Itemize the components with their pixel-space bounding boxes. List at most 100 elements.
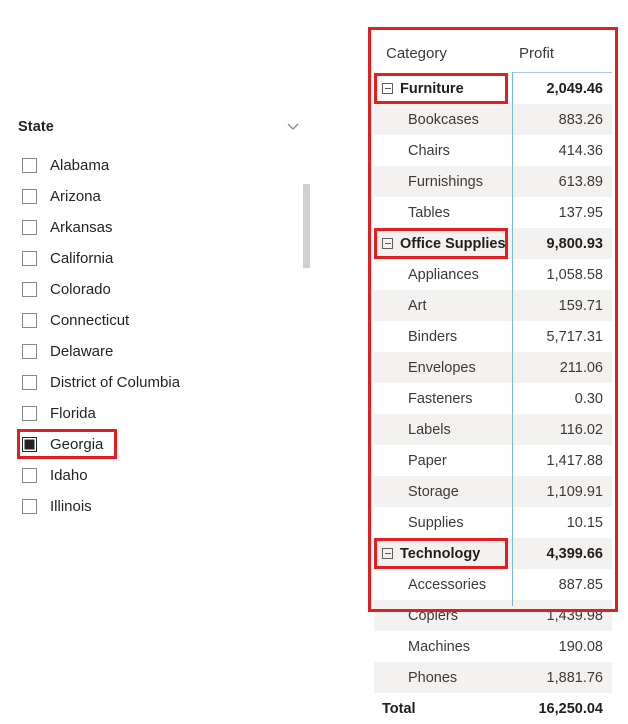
category-label: Phones	[408, 669, 458, 686]
matrix-body: Furniture 2,049.46 Bookcases 883.26 Chairs 41…	[374, 73, 612, 724]
category-cell: Furniture	[374, 73, 512, 104]
slicer-item[interactable]: Florida	[18, 398, 318, 429]
column-header-category[interactable]: Category	[386, 45, 447, 62]
checkbox-unchecked-icon[interactable]	[22, 282, 37, 297]
checkbox-checked-icon[interactable]	[22, 437, 37, 452]
category-label: Total	[382, 700, 416, 717]
table-row[interactable]: Office Supplies 9,800.93	[374, 228, 612, 259]
checkbox-unchecked-icon[interactable]	[22, 158, 37, 173]
table-row[interactable]: Copiers 1,439.98	[374, 600, 612, 631]
collapse-minus-icon[interactable]	[382, 238, 393, 249]
table-row[interactable]: Fasteners 0.30	[374, 383, 612, 414]
table-row[interactable]: Storage 1,109.91	[374, 476, 612, 507]
category-label: Chairs	[408, 142, 450, 159]
table-row[interactable]: Machines 190.08	[374, 631, 612, 662]
slicer-header: State	[18, 118, 318, 144]
category-label: Accessories	[408, 576, 487, 593]
category-label: Fasteners	[408, 390, 473, 407]
category-cell: Supplies	[374, 507, 512, 538]
slicer-item[interactable]: Colorado	[18, 274, 318, 305]
category-label: Machines	[408, 638, 471, 655]
slicer-item-list: Alabama Arizona Arkansas California Colorado…	[17, 150, 318, 522]
profit-value: 887.85	[558, 576, 603, 593]
profit-value: 1,109.91	[546, 483, 603, 500]
column-header-profit[interactable]: Profit	[519, 45, 554, 62]
table-row[interactable]: Furnishings 613.89	[374, 166, 612, 197]
slicer-item[interactable]: Arkansas	[18, 212, 318, 243]
checkbox-unchecked-icon[interactable]	[22, 251, 37, 266]
slicer-item-label: Colorado	[50, 281, 111, 298]
collapse-minus-icon[interactable]	[382, 83, 393, 94]
slicer-item[interactable]: Idaho	[18, 460, 318, 491]
chevron-down-icon[interactable]	[286, 119, 300, 133]
table-row[interactable]: Paper 1,417.88	[374, 445, 612, 476]
matrix-column-headers: Category Profit	[374, 33, 612, 73]
table-row[interactable]: Accessories 887.85	[374, 569, 612, 600]
category-label: Appliances	[408, 266, 479, 283]
category-label: Supplies	[408, 514, 464, 531]
slicer-item[interactable]: Connecticut	[18, 305, 318, 336]
checkbox-unchecked-icon[interactable]	[22, 313, 37, 328]
slicer-item-label: Georgia	[50, 436, 104, 453]
table-row[interactable]: Art 159.71	[374, 290, 612, 321]
table-row[interactable]: Labels 116.02	[374, 414, 612, 445]
category-label: Tables	[408, 204, 450, 221]
category-label: Furnishings	[408, 173, 483, 190]
profit-value: 1,417.88	[546, 452, 603, 469]
table-row[interactable]: Bookcases 883.26	[374, 104, 612, 135]
profit-value: 0.30	[574, 390, 603, 407]
slicer-item-label: Arkansas	[50, 219, 113, 236]
slicer-title: State	[18, 119, 54, 135]
category-cell: Fasteners	[374, 383, 512, 414]
profit-value: 2,049.46	[546, 80, 603, 97]
checkbox-unchecked-icon[interactable]	[22, 344, 37, 359]
checkbox-unchecked-icon[interactable]	[22, 499, 37, 514]
table-row[interactable]: Binders 5,717.31	[374, 321, 612, 352]
category-cell: Appliances	[374, 259, 512, 290]
slicer-item-label: Idaho	[50, 467, 88, 484]
category-cell: Copiers	[374, 600, 512, 631]
category-cell: Machines	[374, 631, 512, 662]
category-cell: Phones	[374, 662, 512, 693]
slicer-item[interactable]: California	[18, 243, 318, 274]
category-cell: Paper	[374, 445, 512, 476]
slicer-item[interactable]: Delaware	[18, 336, 318, 367]
category-cell: Furnishings	[374, 166, 512, 197]
slicer-item[interactable]: Arizona	[18, 181, 318, 212]
checkbox-unchecked-icon[interactable]	[22, 406, 37, 421]
category-cell: Total	[374, 693, 512, 724]
collapse-minus-icon[interactable]	[382, 548, 393, 559]
column-divider	[512, 72, 513, 606]
profit-value: 16,250.04	[538, 700, 603, 717]
table-row[interactable]: Envelopes 211.06	[374, 352, 612, 383]
slicer-item[interactable]: Georgia	[17, 429, 318, 460]
category-label: Paper	[408, 452, 447, 469]
table-row[interactable]: Phones 1,881.76	[374, 662, 612, 693]
checkbox-unchecked-icon[interactable]	[22, 220, 37, 235]
category-label: Envelopes	[408, 359, 476, 376]
slicer-item[interactable]: Alabama	[18, 150, 318, 181]
slicer-item[interactable]: Illinois	[18, 491, 318, 522]
table-row[interactable]: Technology 4,399.66	[374, 538, 612, 569]
slicer-item-label: Illinois	[50, 498, 92, 515]
slicer-scrollbar-thumb[interactable]	[303, 184, 310, 268]
checkbox-unchecked-icon[interactable]	[22, 189, 37, 204]
table-row[interactable]: Supplies 10.15	[374, 507, 612, 538]
state-slicer: State Alabama Arizona Arkansas California Co…	[17, 118, 318, 522]
category-cell: Chairs	[374, 135, 512, 166]
table-row[interactable]: Appliances 1,058.58	[374, 259, 612, 290]
profit-value: 9,800.93	[546, 235, 603, 252]
category-cell: Envelopes	[374, 352, 512, 383]
table-row[interactable]: Total 16,250.04	[374, 693, 612, 724]
profit-value: 137.95	[558, 204, 603, 221]
checkbox-unchecked-icon[interactable]	[22, 375, 37, 390]
table-row[interactable]: Chairs 414.36	[374, 135, 612, 166]
profit-value: 1,058.58	[546, 266, 603, 283]
category-cell: Art	[374, 290, 512, 321]
table-row[interactable]: Tables 137.95	[374, 197, 612, 228]
slicer-item[interactable]: District of Columbia	[18, 367, 318, 398]
category-cell: Office Supplies	[374, 228, 512, 259]
table-row[interactable]: Furniture 2,049.46	[374, 73, 612, 104]
category-cell: Labels	[374, 414, 512, 445]
checkbox-unchecked-icon[interactable]	[22, 468, 37, 483]
